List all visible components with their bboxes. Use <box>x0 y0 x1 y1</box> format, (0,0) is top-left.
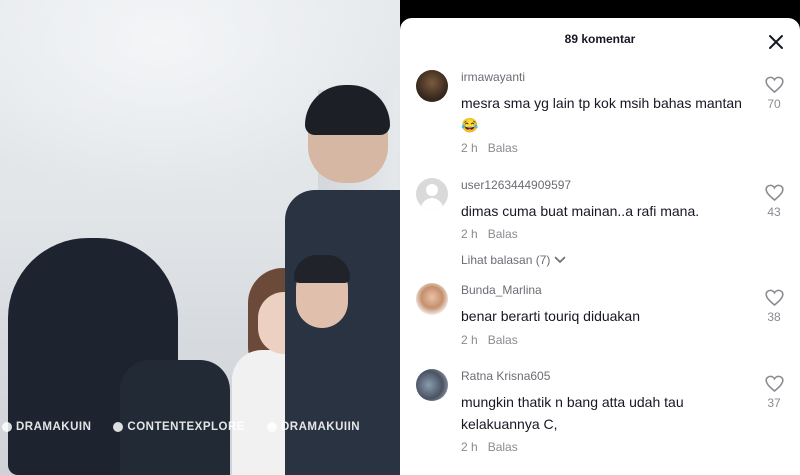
comment-username[interactable]: user1263444909597 <box>461 178 571 192</box>
comment-text: benar berarti touriq diduakan <box>461 308 641 324</box>
watermark: DRAMAKUIIN <box>266 421 361 433</box>
comment-meta: 2 h Balas <box>461 333 518 347</box>
heart-icon <box>764 375 784 392</box>
comment-time: 2 h <box>461 227 478 241</box>
like-count: 70 <box>767 97 781 111</box>
heart-icon <box>764 76 784 93</box>
comment-username[interactable]: Ratna Krisna605 <box>461 369 550 383</box>
comments-count-title: 89 komentar <box>564 32 636 46</box>
view-replies-button[interactable]: Lihat balasan (7) <box>461 253 566 267</box>
reply-button[interactable]: Balas <box>488 333 518 347</box>
reply-button[interactable]: Balas <box>488 440 518 454</box>
comment-text: mungkin thatik n bang atta udah tau kela… <box>461 394 684 432</box>
like-count: 37 <box>767 396 781 410</box>
reply-button[interactable]: Balas <box>488 227 518 241</box>
comment-username[interactable]: Bunda_Marlina <box>461 283 542 297</box>
comment-meta: 2 h Balas <box>461 440 518 454</box>
close-icon[interactable] <box>768 34 784 50</box>
comments-header: 89 komentar <box>400 18 800 62</box>
comment-text: mesra sma yg lain tp kok msih bahas mant… <box>461 95 742 133</box>
avatar[interactable] <box>416 178 448 210</box>
comment-time: 2 h <box>461 440 478 454</box>
avatar[interactable] <box>416 70 448 102</box>
comment-meta: 2 h Balas <box>461 141 518 155</box>
watermark: DRAMAKUIN <box>2 421 91 433</box>
avatar[interactable] <box>416 283 448 315</box>
comment-text: dimas cuma buat mainan..a rafi mana. <box>461 203 700 219</box>
like-count: 38 <box>767 310 781 324</box>
chevron-down-icon <box>555 256 566 263</box>
watermark: CONTENTEXPLORE <box>113 421 245 433</box>
reply-button[interactable]: Balas <box>488 141 518 155</box>
instagram-icon <box>113 422 124 432</box>
video-player[interactable]: DRAMAKUIN CONTENTEXPLORE DRAMAKUIIN <box>0 0 400 475</box>
comment-time: 2 h <box>461 333 478 347</box>
comment-time: 2 h <box>461 141 478 155</box>
avatar[interactable] <box>416 369 448 401</box>
tiktok-icon <box>266 422 277 432</box>
comment-username[interactable]: irmawayanti <box>461 70 525 84</box>
view-replies-label: Lihat balasan (7) <box>461 253 551 267</box>
comments-panel: 89 komentar irmawayanti mesra sma yg lai… <box>400 18 800 475</box>
video-boy-hair <box>294 255 350 283</box>
like-count: 43 <box>767 205 781 219</box>
watermark-text: DRAMAKUIN <box>16 421 92 433</box>
like-button[interactable]: 43 <box>764 184 784 219</box>
watermark-text: CONTENTEXPLORE <box>127 421 245 433</box>
watermark-text: DRAMAKUIIN <box>280 421 361 433</box>
like-button[interactable]: 38 <box>764 289 784 324</box>
heart-icon <box>764 289 784 306</box>
comment-meta: 2 h Balas <box>461 227 518 241</box>
like-button[interactable]: 70 <box>764 76 784 111</box>
heart-icon <box>764 184 784 201</box>
tiktok-icon <box>2 422 12 432</box>
like-button[interactable]: 37 <box>764 375 784 410</box>
watermark-row: DRAMAKUIN CONTENTEXPLORE DRAMAKUIIN <box>0 416 400 438</box>
